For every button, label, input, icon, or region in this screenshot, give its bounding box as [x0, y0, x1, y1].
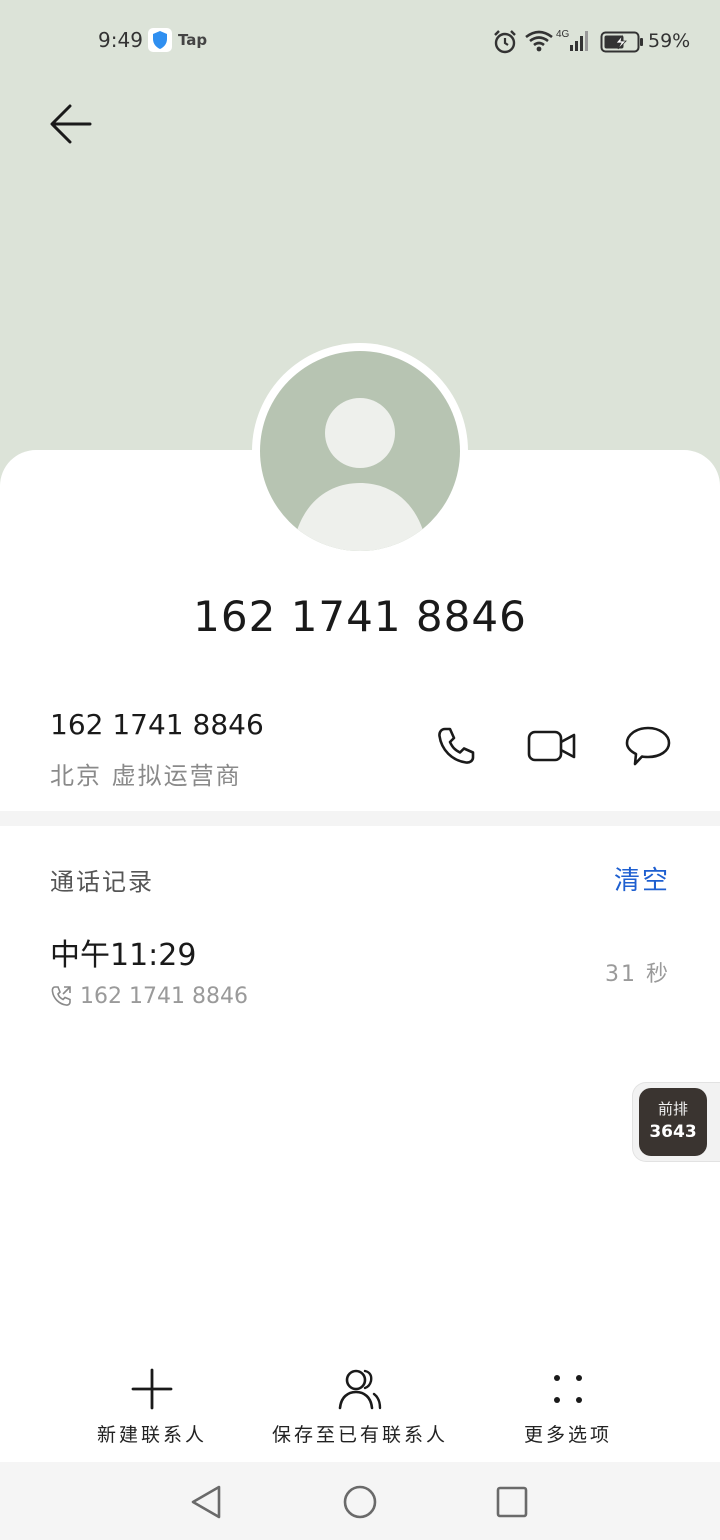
new-contact-label: 新建联系人 — [96, 1424, 207, 1446]
call-number-row: 162 1741 8846 — [50, 982, 248, 1010]
save-to-existing-button[interactable]: 保存至已有联系人 — [240, 1360, 480, 1460]
clear-call-log-button[interactable]: 清空 — [614, 860, 670, 897]
person-group-icon — [338, 1369, 382, 1410]
save-to-existing-label: 保存至已有联系人 — [271, 1424, 448, 1446]
floating-widget[interactable]: 前排 3643 — [632, 1082, 720, 1162]
carrier-location: 北京 虚拟运营商 — [50, 762, 242, 790]
call-log-title: 通话记录 — [50, 868, 154, 896]
shield-app-icon — [148, 28, 172, 52]
nav-back-button[interactable] — [186, 1482, 226, 1522]
video-camera-icon — [527, 730, 576, 762]
new-contact-button[interactable]: 新建联系人 — [32, 1360, 272, 1460]
person-avatar-icon — [260, 351, 460, 551]
phone-number-row[interactable]: 162 1741 8846 北京 虚拟运营商 — [0, 690, 720, 805]
video-call-button[interactable] — [526, 720, 578, 772]
floating-widget-number: 3643 — [649, 1122, 697, 1142]
plus-icon — [131, 1368, 173, 1410]
tap-app-label: Tap — [178, 31, 208, 49]
call-number: 162 1741 8846 — [80, 983, 248, 1009]
more-options-button[interactable]: 更多选项 — [448, 1360, 688, 1460]
floating-widget-thumbnail: 前排 3643 — [639, 1088, 707, 1156]
nav-home-button[interactable] — [340, 1482, 380, 1522]
phone-icon — [438, 727, 475, 764]
bottom-action-bar: 新建联系人 保存至已有联系人 更多选项 — [0, 1360, 720, 1460]
alarm-icon — [494, 30, 516, 54]
battery-icon — [600, 31, 643, 53]
contact-number-title: 162 1741 8846 — [193, 592, 527, 641]
circle-home-icon — [343, 1485, 377, 1519]
call-button[interactable] — [430, 720, 482, 772]
nav-recents-button[interactable] — [492, 1482, 532, 1522]
call-time: 中午11:29 — [50, 938, 197, 973]
square-recents-icon — [496, 1486, 528, 1518]
wifi-icon — [525, 30, 553, 52]
outgoing-call-icon — [51, 986, 71, 1006]
section-divider — [0, 811, 720, 826]
chat-bubble-icon — [625, 726, 671, 766]
cellular-signal-icon: 4G — [556, 29, 588, 51]
more-options-label: 更多选项 — [523, 1424, 612, 1446]
system-navigation-bar — [0, 1462, 720, 1540]
battery-percent: 59% — [648, 30, 691, 52]
back-button[interactable] — [46, 98, 98, 150]
arrow-left-icon — [50, 104, 92, 144]
call-duration: 31 秒 — [605, 962, 670, 987]
floating-widget-label: 前排 — [657, 1100, 688, 1118]
status-bar: 9:49 Tap 4G 59% — [0, 0, 720, 80]
more-dots-icon — [554, 1375, 582, 1403]
message-button[interactable] — [622, 720, 674, 772]
triangle-back-icon — [191, 1485, 221, 1519]
status-time: 9:49 — [98, 28, 143, 52]
svg-text:4G: 4G — [556, 29, 570, 40]
phone-number: 162 1741 8846 — [50, 708, 264, 741]
contact-avatar — [252, 343, 468, 559]
